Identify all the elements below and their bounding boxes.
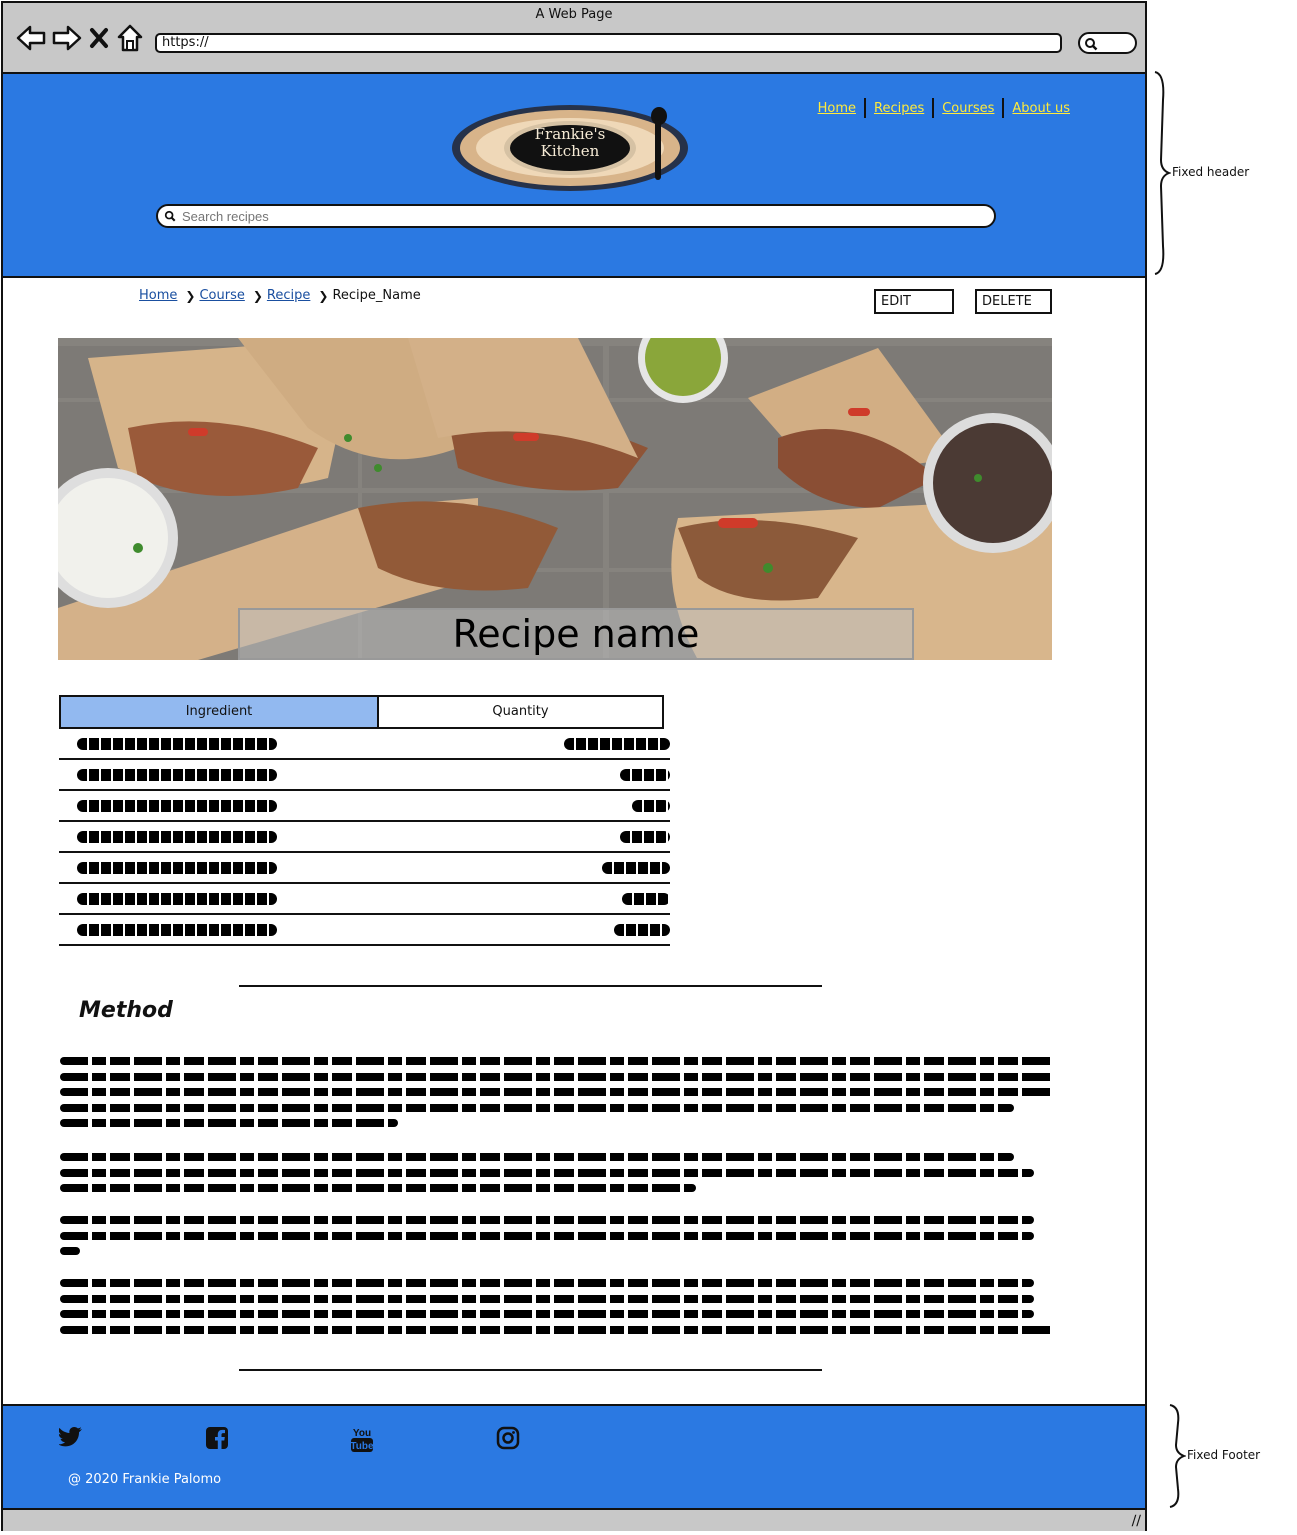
- ingredient-column-header: Ingredient: [59, 695, 379, 729]
- chevron-right-icon: ❯: [185, 288, 196, 303]
- header-brace-annotation: [1154, 71, 1171, 275]
- address-bar[interactable]: https://: [155, 33, 1062, 53]
- fixed-header-label: Fixed header: [1172, 165, 1250, 179]
- method-paragraph: [60, 1216, 1054, 1263]
- nav-home[interactable]: Home: [810, 101, 864, 116]
- breadcrumb: Home ❯ Course ❯ Recipe ❯ Recipe_Name: [139, 288, 421, 303]
- logo-text-line1: Frankie's: [534, 125, 606, 143]
- ingredient-row: [59, 915, 670, 946]
- breadcrumb-current: Recipe_Name: [332, 288, 421, 303]
- search-icon: [164, 210, 176, 222]
- section-divider: [239, 985, 822, 987]
- method-paragraph: [60, 1279, 1054, 1341]
- site-header: Frankie's Kitchen Home Recipes Courses A…: [3, 74, 1145, 278]
- stop-icon[interactable]: [88, 23, 110, 53]
- chevron-right-icon: ❯: [252, 288, 263, 303]
- section-divider: [239, 1369, 822, 1371]
- method-paragraph: [60, 1153, 1054, 1200]
- back-icon[interactable]: [15, 23, 47, 53]
- ingredient-row: [59, 822, 670, 853]
- search-icon: [1085, 38, 1098, 51]
- breadcrumb-course[interactable]: Course: [199, 288, 244, 303]
- status-bar: ∕∕: [3, 1510, 1145, 1531]
- nav-courses[interactable]: Courses: [934, 101, 1002, 116]
- ingredient-row: [59, 853, 670, 884]
- breadcrumb-recipe[interactable]: Recipe: [267, 288, 310, 303]
- ingredient-row: [59, 791, 670, 822]
- svg-text:You: You: [353, 1428, 371, 1439]
- ingredient-row: [59, 884, 670, 915]
- fixed-footer-label: Fixed Footer: [1187, 1448, 1261, 1462]
- ingredients-table-header: Ingredient Quantity: [59, 695, 670, 729]
- facebook-icon[interactable]: [205, 1426, 231, 1454]
- ingredient-row: [59, 729, 670, 760]
- recipe-title: Recipe name: [238, 608, 914, 660]
- nav-recipes[interactable]: Recipes: [866, 101, 932, 116]
- site-logo[interactable]: Frankie's Kitchen: [452, 102, 692, 194]
- instagram-icon[interactable]: [496, 1426, 522, 1454]
- forward-icon[interactable]: [51, 23, 83, 53]
- site-footer: You Tube @ 2020 Frankie Palomo: [3, 1404, 1145, 1510]
- delete-button[interactable]: DELETE: [975, 289, 1052, 314]
- recipe-hero-image: Recipe name: [58, 338, 1052, 660]
- recipe-search-bar[interactable]: [156, 204, 996, 228]
- ingredient-row: [59, 760, 670, 791]
- quantity-column-header: Quantity: [379, 695, 664, 729]
- main-nav: Home Recipes Courses About us: [810, 98, 1078, 118]
- footer-brace-annotation: [1169, 1404, 1186, 1508]
- edit-button[interactable]: EDIT: [874, 289, 954, 314]
- ingredients-table: Ingredient Quantity: [59, 695, 670, 946]
- browser-window: A Web Page https:// Frankie's Kitchen Ho…: [1, 1, 1147, 1531]
- recipe-search-input[interactable]: [180, 207, 964, 225]
- browser-search-field[interactable]: [1078, 32, 1137, 54]
- window-title: A Web Page: [535, 7, 613, 22]
- method-title: Method: [79, 998, 173, 1023]
- svg-text:Tube: Tube: [350, 1441, 374, 1452]
- home-icon[interactable]: [116, 23, 144, 53]
- youtube-icon[interactable]: You Tube: [350, 1426, 374, 1454]
- resize-handle-icon[interactable]: ∕∕: [1132, 1513, 1141, 1529]
- method-paragraph: [60, 1057, 1054, 1135]
- chevron-right-icon: ❯: [318, 288, 329, 303]
- logo-text-line2: Kitchen: [540, 142, 600, 160]
- copyright-text: @ 2020 Frankie Palomo: [68, 1472, 222, 1487]
- breadcrumb-home[interactable]: Home: [139, 288, 177, 303]
- browser-chrome: A Web Page https://: [3, 3, 1145, 74]
- nav-about-us[interactable]: About us: [1004, 101, 1078, 116]
- twitter-icon[interactable]: [58, 1426, 85, 1454]
